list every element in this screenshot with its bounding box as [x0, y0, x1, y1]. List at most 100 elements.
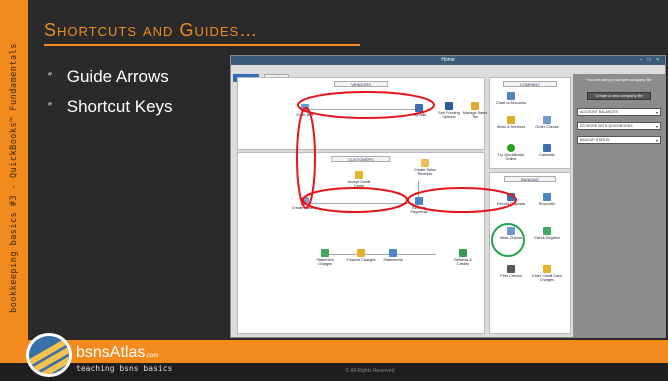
- node-label: Statement Charges: [316, 258, 334, 267]
- banking-panel: BANKING Record Deposits Reconcile Write …: [489, 172, 571, 334]
- node-label: Accept Credit Cards: [347, 180, 371, 189]
- finance-charges-button[interactable]: Finance Charges: [346, 249, 376, 262]
- node-label: Receive Payments: [410, 206, 428, 215]
- dropdown-label: BACKUP STATUS: [580, 138, 610, 142]
- node-label: Print Checks: [500, 274, 522, 278]
- bullet-list: ″ Guide Arrows ″ Shortcut Keys: [48, 62, 173, 122]
- customers-panel: CUSTOMERS Accept Credit Cards Create Sal…: [237, 152, 485, 334]
- brand-tagline: teaching bsns basics: [76, 364, 173, 373]
- window-titlebar: Home – □ ×: [231, 56, 665, 65]
- bullet-mark: ″: [48, 71, 52, 83]
- bullet-text: Shortcut Keys: [66, 97, 173, 116]
- window-title: Home: [441, 57, 455, 63]
- backup-status-dropdown[interactable]: BACKUP STATUS ▾: [577, 136, 661, 144]
- vendors-panel: VENDORS Enter Bills Pay Bills See Fundin…: [237, 77, 487, 150]
- receive-payments-button[interactable]: Receive Payments: [404, 197, 434, 215]
- accept-credit-cards-button[interactable]: Accept Credit Cards: [344, 171, 374, 189]
- chevron-down-icon: ▾: [655, 124, 658, 129]
- node-label: Items & Services: [496, 125, 526, 129]
- qb-online-icon: [507, 144, 515, 152]
- slide-title: Shortcuts and Guides…: [44, 20, 259, 40]
- bill-icon: [301, 104, 309, 112]
- globe-logo-icon: [26, 333, 72, 377]
- node-label: Enter Bills: [296, 113, 314, 117]
- quickbooks-window: Home – □ × Insights Insights VENDORS Ent…: [230, 55, 666, 338]
- calendar-icon: [543, 144, 551, 152]
- bullet-item: ″ Guide Arrows: [48, 62, 173, 92]
- node-label: Reconcile: [538, 202, 556, 206]
- funding-icon: [445, 102, 453, 110]
- payment-icon: [415, 104, 423, 112]
- company-panel: COMPANY Chart of Accounts Items & Servic…: [489, 77, 571, 169]
- dropdown-label: ACCOUNT BALANCES: [580, 110, 618, 114]
- account-summary-panel: You are using a sample company file Crea…: [573, 74, 665, 337]
- vendors-heading: VENDORS: [334, 81, 388, 87]
- invoice-icon: [301, 197, 309, 205]
- check-register-button[interactable]: Check Register: [532, 227, 562, 240]
- create-invoices-button[interactable]: Create Invoices: [290, 197, 320, 210]
- chevron-down-icon: ▾: [655, 110, 658, 115]
- create-sales-receipts-button[interactable]: Create Sales Receipts: [410, 159, 440, 177]
- node-label: Order Checks: [535, 125, 559, 129]
- flow-arrow: [306, 109, 416, 110]
- window-controls[interactable]: – □ ×: [640, 57, 662, 63]
- deposit-icon: [507, 193, 515, 201]
- credit-card-icon: [355, 171, 363, 179]
- enter-bills-button[interactable]: Enter Bills: [290, 104, 320, 117]
- items-services-button[interactable]: Items & Services: [496, 116, 526, 129]
- enter-credit-card-charges-button[interactable]: Enter Credit Card Charges: [532, 265, 562, 283]
- brand-text: bsnsAtlas: [76, 344, 146, 361]
- order-checks-button[interactable]: Order Checks: [532, 116, 562, 129]
- node-label: Create Sales Receipts: [414, 168, 436, 177]
- account-balances-dropdown[interactable]: ACCOUNT BALANCES ▾: [577, 108, 661, 116]
- title-underline: [44, 44, 360, 46]
- chart-of-accounts-button[interactable]: Chart of Accounts: [496, 92, 526, 105]
- refunds-credits-button[interactable]: Refunds & Credits: [448, 249, 478, 267]
- record-deposits-button[interactable]: Record Deposits: [496, 193, 526, 206]
- receipt-icon: [421, 159, 429, 167]
- create-company-file-button[interactable]: Create a new company file: [587, 92, 651, 100]
- node-label: Manage Sales Tax: [462, 111, 488, 120]
- write-checks-icon: [507, 227, 515, 235]
- customers-heading: CUSTOMERS: [331, 156, 391, 162]
- slide: bookkeeping basics #3 - QuickBooks™ Fund…: [0, 0, 668, 381]
- do-more-dropdown[interactable]: DO MORE WITH QUICKBOOKS ▾: [577, 122, 661, 130]
- pay-bills-button[interactable]: Pay Bills: [404, 104, 434, 117]
- bullet-text: Guide Arrows: [66, 67, 169, 86]
- statement-charges-button[interactable]: Statement Charges: [310, 249, 340, 267]
- sample-file-message: You are using a sample company file: [586, 77, 652, 82]
- write-checks-button[interactable]: Write Checks: [496, 227, 526, 240]
- node-label: Statements: [383, 258, 403, 262]
- statements-button[interactable]: Statements: [378, 249, 408, 262]
- sales-tax-icon: [471, 102, 479, 110]
- statement-charges-icon: [321, 249, 329, 257]
- node-label: Record Deposits: [496, 202, 526, 206]
- copyright-notice: © All Rights Reserved: [345, 368, 395, 374]
- reconcile-icon: [543, 193, 551, 201]
- node-label: Calendar: [539, 153, 555, 157]
- bullet-item: ″ Shortcut Keys: [48, 92, 173, 122]
- register-icon: [543, 227, 551, 235]
- node-label: Try QuickBooks Online: [497, 153, 525, 162]
- manage-sales-tax-button[interactable]: Manage Sales Tax: [460, 102, 490, 120]
- printer-icon: [507, 265, 515, 273]
- dropdown-label: DO MORE WITH QUICKBOOKS: [580, 124, 633, 128]
- node-label: Check Register: [534, 236, 560, 240]
- node-label: See Funding Options: [438, 111, 460, 120]
- statements-icon: [389, 249, 397, 257]
- node-label: Chart of Accounts: [496, 101, 526, 105]
- flow-arrow: [304, 203, 414, 204]
- tab-bar: Insights Insights: [233, 67, 290, 82]
- brand-name: bsnsAtlas.com: [76, 344, 158, 362]
- node-label: Finance Charges: [346, 258, 376, 262]
- calendar-button[interactable]: Calendar: [532, 144, 562, 157]
- print-checks-button[interactable]: Print Checks: [496, 265, 526, 278]
- reconcile-button[interactable]: Reconcile: [532, 193, 562, 206]
- refund-icon: [459, 249, 467, 257]
- node-label: Refunds & Credits: [454, 258, 472, 267]
- credit-card-icon: [543, 265, 551, 273]
- node-label: Create Invoices: [291, 206, 319, 210]
- try-quickbooks-online-button[interactable]: Try QuickBooks Online: [496, 144, 526, 162]
- node-label: Write Checks: [499, 236, 523, 240]
- side-caption: bookkeeping basics #3 - QuickBooks™ Fund…: [9, 43, 19, 313]
